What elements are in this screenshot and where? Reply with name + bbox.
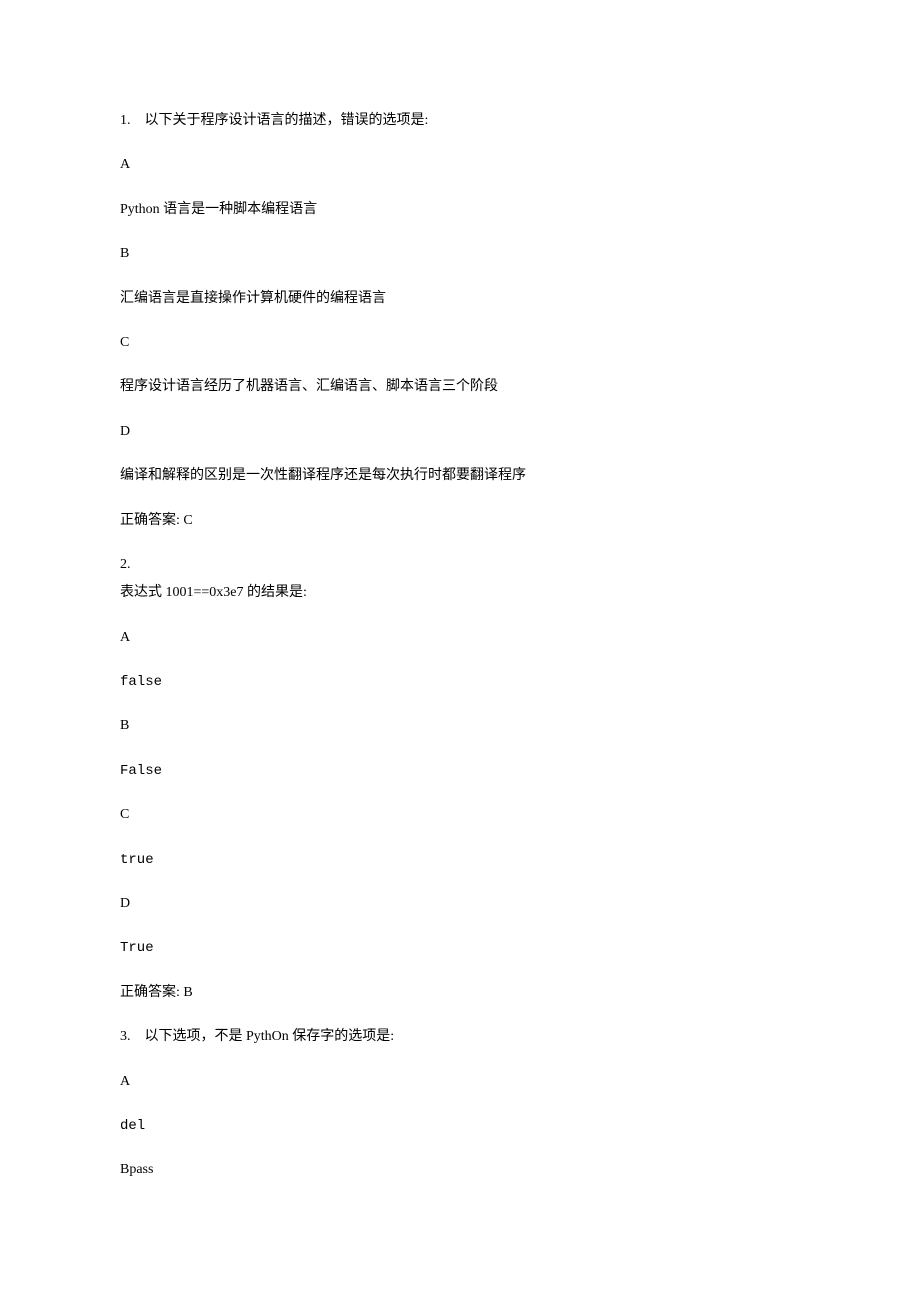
q2-option-b-label: B: [120, 715, 800, 737]
document-page: 1. 以下关于程序设计语言的描述，错误的选项是: A Python 语言是一种脚…: [0, 0, 920, 1301]
q1-answer: 正确答案: C: [120, 510, 800, 532]
question-1-stem: 1. 以下关于程序设计语言的描述，错误的选项是:: [120, 110, 800, 132]
q2-option-a-text: false: [120, 671, 800, 693]
q1-option-c-label: C: [120, 332, 800, 354]
q1-number: 1.: [120, 110, 131, 132]
q1-option-a-text: Python 语言是一种脚本编程语言: [120, 199, 800, 221]
q3-option-b: Bpass: [120, 1159, 800, 1181]
q2-stem: 表达式 1001==0x3e7 的结果是:: [120, 582, 800, 604]
q2-option-c-text: true: [120, 849, 800, 871]
q3-number: 3.: [120, 1026, 131, 1048]
q2-option-d-label: D: [120, 893, 800, 915]
q1-option-c-text: 程序设计语言经历了机器语言、汇编语言、脚本语言三个阶段: [120, 376, 800, 398]
q3-option-a-text: del: [120, 1115, 800, 1137]
q2-option-a-label: A: [120, 627, 800, 649]
q1-option-a-label: A: [120, 154, 800, 176]
q1-option-b-label: B: [120, 243, 800, 265]
question-3-stem: 3. 以下选项，不是 PythOn 保存字的选项是:: [120, 1026, 800, 1048]
q2-option-d-text: True: [120, 937, 800, 959]
q2-option-c-label: C: [120, 804, 800, 826]
q2-answer: 正确答案: B: [120, 982, 800, 1004]
q3-text: 以下选项，不是 PythOn 保存字的选项是:: [145, 1029, 395, 1044]
q2-number: 2.: [120, 554, 800, 576]
q3-option-a-label: A: [120, 1071, 800, 1093]
q1-text: 以下关于程序设计语言的描述，错误的选项是:: [145, 113, 429, 128]
q2-option-b-text: False: [120, 760, 800, 782]
q1-option-d-text: 编译和解释的区别是一次性翻译程序还是每次执行时都要翻译程序: [120, 465, 800, 487]
q1-option-d-label: D: [120, 421, 800, 443]
q1-option-b-text: 汇编语言是直接操作计算机硬件的编程语言: [120, 288, 800, 310]
